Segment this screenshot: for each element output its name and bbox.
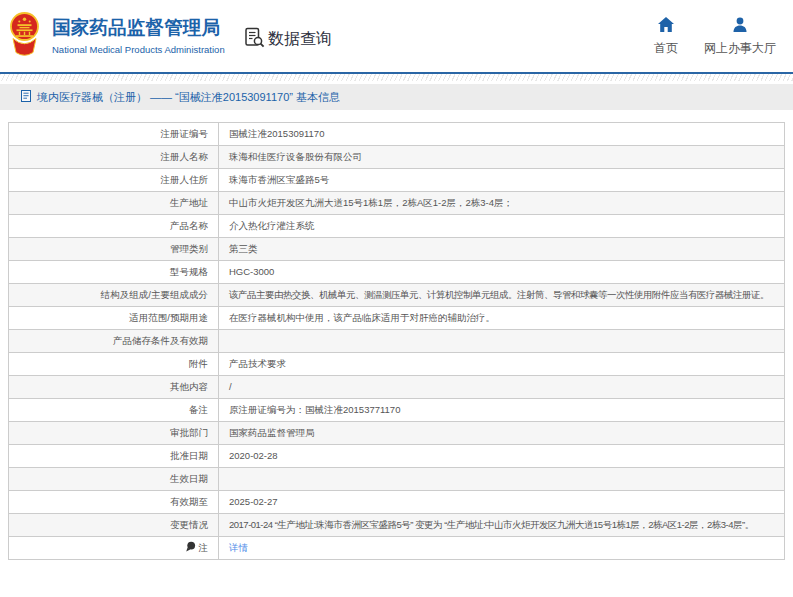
table-row: 生产地址中山市火炬开发区九洲大道15号1栋1层，2栋A区1-2层，2栋3-4层； bbox=[9, 192, 785, 215]
breadcrumb: 境内医疗器械（注册） —— “国械注准20153091170” 基本信息 bbox=[0, 84, 793, 110]
table-row: 型号规格HGC-3000 bbox=[9, 261, 785, 284]
row-value: 2017-01-24 “生产地址:珠海市香洲区宝盛路5号” 变更为 “生产地址:… bbox=[219, 514, 785, 537]
home-icon bbox=[658, 17, 674, 35]
table-row: 生效日期 bbox=[9, 468, 785, 491]
row-value: 珠海和佳医疗设备股份有限公司 bbox=[219, 146, 785, 169]
row-label: 审批部门 bbox=[9, 422, 219, 445]
row-label: 注册人住所 bbox=[9, 169, 219, 192]
row-value: 详情 bbox=[219, 537, 785, 560]
row-value: 珠海市香洲区宝盛路5号 bbox=[219, 169, 785, 192]
row-label: 生产地址 bbox=[9, 192, 219, 215]
hatch-texture-band bbox=[0, 74, 793, 81]
row-value bbox=[219, 330, 785, 353]
table-row: 结构及组成/主要组成成分该产品主要由热交换、机械单元、测温测压单元、计算机控制单… bbox=[9, 284, 785, 307]
row-value: 第三类 bbox=[219, 238, 785, 261]
table-row: 有效期至2025-02-27 bbox=[9, 491, 785, 514]
data-query-label: 数据查询 bbox=[268, 29, 332, 50]
data-query-icon bbox=[244, 27, 265, 52]
row-label: 备注 bbox=[9, 399, 219, 422]
row-value: 中山市火炬开发区九洲大道15号1栋1层，2栋A区1-2层，2栋3-4层； bbox=[219, 192, 785, 215]
breadcrumb-text: 境内医疗器械（注册） —— “国械注准20153091170” 基本信息 bbox=[37, 90, 340, 105]
row-value: 2020-02-28 bbox=[219, 445, 785, 468]
table-row: 适用范围/预期用途在医疗器械机构中使用，该产品临床适用于对肝癌的辅助治疗。 bbox=[9, 307, 785, 330]
info-table-body: 注册证编号国械注准20153091170注册人名称珠海和佳医疗设备股份有限公司注… bbox=[9, 123, 785, 560]
site-header: 国家药品监督管理局 National Medical Products Admi… bbox=[0, 0, 793, 72]
org-title-block: 国家药品监督管理局 National Medical Products Admi… bbox=[52, 15, 225, 55]
row-value: 国家药品监督管理局 bbox=[219, 422, 785, 445]
row-label: 适用范围/预期用途 bbox=[9, 307, 219, 330]
row-value: 2025-02-27 bbox=[219, 491, 785, 514]
nav-home-label: 首页 bbox=[654, 40, 678, 57]
row-label: 结构及组成/主要组成成分 bbox=[9, 284, 219, 307]
row-label: 生效日期 bbox=[9, 468, 219, 491]
table-row: 变更情况2017-01-24 “生产地址:珠海市香洲区宝盛路5号” 变更为 “生… bbox=[9, 514, 785, 537]
row-value: 原注册证编号为：国械注准20153771170 bbox=[219, 399, 785, 422]
national-emblem-logo bbox=[9, 12, 40, 63]
row-label: 产品储存条件及有效期 bbox=[9, 330, 219, 353]
row-value: HGC-3000 bbox=[219, 261, 785, 284]
row-label: 其他内容 bbox=[9, 376, 219, 399]
table-row: 产品储存条件及有效期 bbox=[9, 330, 785, 353]
row-label: 注 bbox=[9, 537, 219, 560]
row-label: 附件 bbox=[9, 353, 219, 376]
table-row: 注册证编号国械注准20153091170 bbox=[9, 123, 785, 146]
row-value: 该产品主要由热交换、机械单元、测温测压单元、计算机控制单元组成。注射筒、导管和球… bbox=[219, 284, 785, 307]
nav-online-hall[interactable]: 网上办事大厅 bbox=[704, 17, 776, 57]
table-row: 批准日期2020-02-28 bbox=[9, 445, 785, 468]
row-value bbox=[219, 468, 785, 491]
table-row: 注详情 bbox=[9, 537, 785, 560]
table-row: 注册人住所珠海市香洲区宝盛路5号 bbox=[9, 169, 785, 192]
row-value: 国械注准20153091170 bbox=[219, 123, 785, 146]
row-label: 变更情况 bbox=[9, 514, 219, 537]
data-query-section[interactable]: 数据查询 bbox=[244, 27, 332, 52]
table-row: 其他内容/ bbox=[9, 376, 785, 399]
table-row: 管理类别第三类 bbox=[9, 238, 785, 261]
table-row: 附件产品技术要求 bbox=[9, 353, 785, 376]
info-table: 注册证编号国械注准20153091170注册人名称珠海和佳医疗设备股份有限公司注… bbox=[8, 122, 785, 560]
table-row: 备注原注册证编号为：国械注准20153771170 bbox=[9, 399, 785, 422]
table-row: 注册人名称珠海和佳医疗设备股份有限公司 bbox=[9, 146, 785, 169]
row-value: 产品技术要求 bbox=[219, 353, 785, 376]
row-label: 管理类别 bbox=[9, 238, 219, 261]
row-value: 介入热化疗灌注系统 bbox=[219, 215, 785, 238]
row-label: 产品名称 bbox=[9, 215, 219, 238]
row-label: 注册人名称 bbox=[9, 146, 219, 169]
row-value: 在医疗器械机构中使用，该产品临床适用于对肝癌的辅助治疗。 bbox=[219, 307, 785, 330]
org-title: 国家药品监督管理局 bbox=[52, 15, 225, 40]
nav-home[interactable]: 首页 bbox=[654, 17, 678, 57]
table-row: 产品名称介入热化疗灌注系统 bbox=[9, 215, 785, 238]
row-value: / bbox=[219, 376, 785, 399]
row-label: 注册证编号 bbox=[9, 123, 219, 146]
row-label: 批准日期 bbox=[9, 445, 219, 468]
document-icon bbox=[21, 88, 31, 106]
row-label: 有效期至 bbox=[9, 491, 219, 514]
org-subtitle: National Medical Products Administration bbox=[52, 44, 225, 55]
table-row: 审批部门国家药品监督管理局 bbox=[9, 422, 785, 445]
detail-link[interactable]: 详情 bbox=[229, 542, 248, 553]
header-nav: 首页 网上办事大厅 bbox=[654, 17, 776, 57]
nav-online-hall-label: 网上办事大厅 bbox=[704, 40, 776, 57]
user-icon bbox=[732, 17, 748, 35]
row-label: 型号规格 bbox=[9, 261, 219, 284]
